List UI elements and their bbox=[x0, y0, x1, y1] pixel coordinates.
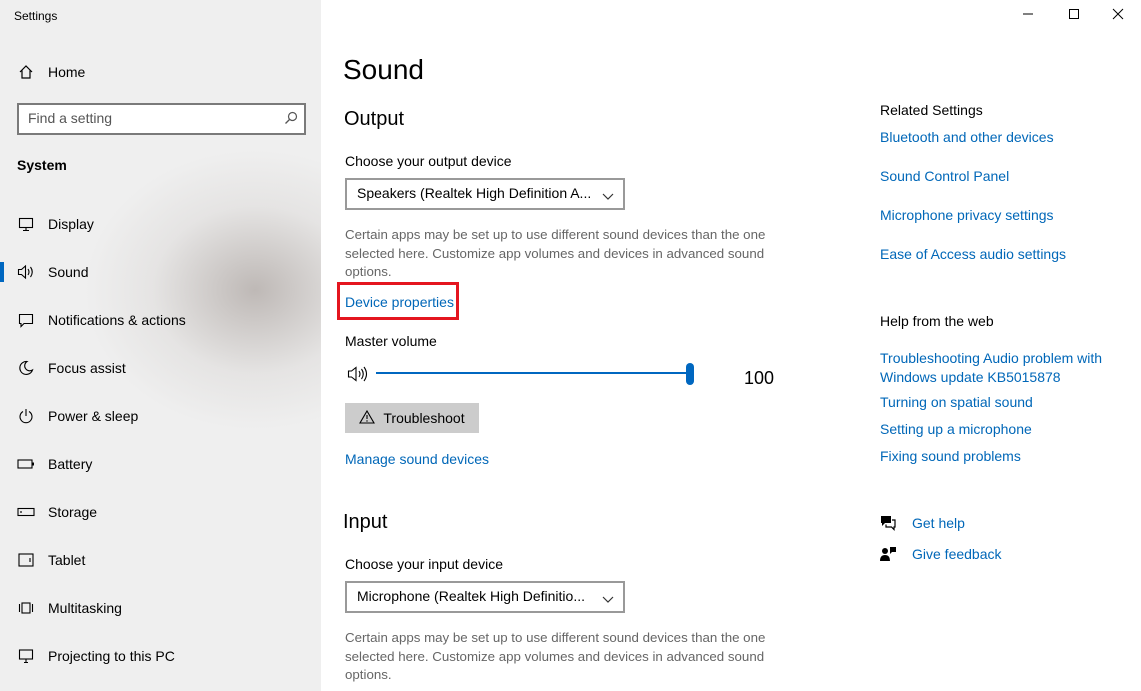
sidebar-item-projecting[interactable]: Projecting to this PC bbox=[0, 636, 321, 676]
active-indicator bbox=[0, 262, 4, 282]
sidebar-item-battery[interactable]: Battery bbox=[0, 444, 321, 484]
sidebar-item-display[interactable]: Display bbox=[0, 204, 321, 244]
speaker-icon bbox=[17, 263, 35, 281]
sidebar-item-home[interactable]: Home bbox=[0, 52, 321, 92]
moon-icon bbox=[17, 359, 35, 377]
manage-sound-devices-link[interactable]: Manage sound devices bbox=[345, 451, 489, 467]
bluetooth-devices-link[interactable]: Bluetooth and other devices bbox=[880, 129, 1054, 145]
close-button[interactable] bbox=[1095, 0, 1141, 32]
output-heading: Output bbox=[344, 108, 405, 130]
sidebar-item-label: Notifications & actions bbox=[48, 312, 186, 328]
sidebar-item-tablet[interactable]: Tablet bbox=[0, 540, 321, 580]
battery-icon bbox=[17, 455, 35, 473]
sidebar-item-label: Display bbox=[48, 216, 94, 232]
maximize-button[interactable] bbox=[1051, 0, 1097, 32]
input-description: Certain apps may be set up to use differ… bbox=[345, 630, 766, 682]
search-input[interactable] bbox=[28, 110, 278, 126]
sidebar: Settings Home System Display Sound Notif… bbox=[0, 0, 321, 691]
sidebar-item-multitasking[interactable]: Multitasking bbox=[0, 588, 321, 628]
window-title: Settings bbox=[14, 9, 58, 23]
sidebar-item-notifications[interactable]: Notifications & actions bbox=[0, 300, 321, 340]
input-device-dropdown[interactable]: Microphone (Realtek High Definitio... bbox=[345, 581, 625, 613]
sidebar-item-label: Home bbox=[48, 64, 86, 80]
sidebar-item-label: Power & sleep bbox=[48, 408, 139, 424]
volume-slider-track[interactable] bbox=[376, 372, 691, 374]
give-feedback-icon bbox=[879, 545, 897, 563]
sidebar-item-storage[interactable]: Storage bbox=[0, 492, 321, 532]
troubleshooting-audio-link[interactable]: Troubleshooting Audio problem with Windo… bbox=[880, 349, 1125, 386]
multitasking-icon bbox=[17, 599, 35, 617]
tablet-icon bbox=[17, 551, 35, 569]
display-icon bbox=[17, 215, 35, 233]
sidebar-item-label: Focus assist bbox=[48, 360, 126, 376]
sidebar-item-label: Battery bbox=[48, 456, 93, 472]
input-device-label: Choose your input device bbox=[345, 556, 503, 572]
sound-control-panel-link[interactable]: Sound Control Panel bbox=[880, 168, 1009, 184]
minimize-icon bbox=[1022, 7, 1034, 25]
maximize-icon bbox=[1068, 7, 1080, 25]
sidebar-item-sound[interactable]: Sound bbox=[0, 252, 321, 292]
chevron-down-icon bbox=[602, 591, 614, 609]
output-device-value: Speakers (Realtek High Definition A... bbox=[357, 185, 592, 201]
setting-up-microphone-link[interactable]: Setting up a microphone bbox=[880, 421, 1032, 437]
get-help-link[interactable]: Get help bbox=[912, 515, 965, 531]
search-icon[interactable] bbox=[284, 111, 298, 130]
microphone-privacy-link[interactable]: Microphone privacy settings bbox=[880, 207, 1054, 223]
volume-speaker-icon[interactable] bbox=[347, 365, 369, 388]
sidebar-item-label: Sound bbox=[48, 264, 89, 280]
input-device-value: Microphone (Realtek High Definitio... bbox=[357, 588, 585, 604]
fixing-sound-link[interactable]: Fixing sound problems bbox=[880, 448, 1021, 464]
output-device-label: Choose your output device bbox=[345, 153, 512, 169]
volume-slider-thumb[interactable] bbox=[686, 363, 694, 385]
sidebar-item-focus-assist[interactable]: Focus assist bbox=[0, 348, 321, 388]
master-volume-label: Master volume bbox=[345, 333, 437, 349]
output-description: Certain apps may be set up to use differ… bbox=[345, 227, 766, 279]
sidebar-item-label: Tablet bbox=[48, 552, 86, 568]
give-feedback-link[interactable]: Give feedback bbox=[912, 546, 1002, 562]
home-icon bbox=[17, 63, 35, 81]
spatial-sound-link[interactable]: Turning on spatial sound bbox=[880, 394, 1033, 410]
device-properties-link[interactable]: Device properties bbox=[345, 294, 454, 310]
volume-value: 100 bbox=[744, 368, 775, 388]
troubleshoot-label: Troubleshoot bbox=[383, 410, 465, 426]
help-from-web-title: Help from the web bbox=[880, 313, 994, 329]
power-icon bbox=[17, 407, 35, 425]
troubleshoot-button[interactable]: Troubleshoot bbox=[345, 403, 479, 433]
minimize-button[interactable] bbox=[1005, 0, 1051, 32]
storage-icon bbox=[17, 503, 35, 521]
sidebar-item-label: Multitasking bbox=[48, 600, 122, 616]
get-help-icon bbox=[879, 514, 897, 532]
projecting-icon bbox=[17, 647, 35, 665]
sidebar-item-label: Storage bbox=[48, 504, 98, 520]
warning-icon bbox=[359, 409, 376, 427]
page-title: Sound bbox=[343, 54, 424, 85]
chevron-down-icon bbox=[602, 188, 614, 206]
notifications-icon bbox=[17, 311, 35, 329]
input-heading: Input bbox=[343, 511, 388, 533]
close-icon bbox=[1112, 7, 1124, 25]
sidebar-item-power-sleep[interactable]: Power & sleep bbox=[0, 396, 321, 436]
section-heading-system: System bbox=[17, 157, 67, 173]
ease-of-access-audio-link[interactable]: Ease of Access audio settings bbox=[880, 246, 1066, 262]
related-settings-title: Related Settings bbox=[880, 102, 983, 118]
sidebar-item-label: Projecting to this PC bbox=[48, 648, 175, 664]
output-device-dropdown[interactable]: Speakers (Realtek High Definition A... bbox=[345, 178, 625, 210]
search-box[interactable] bbox=[17, 103, 306, 135]
